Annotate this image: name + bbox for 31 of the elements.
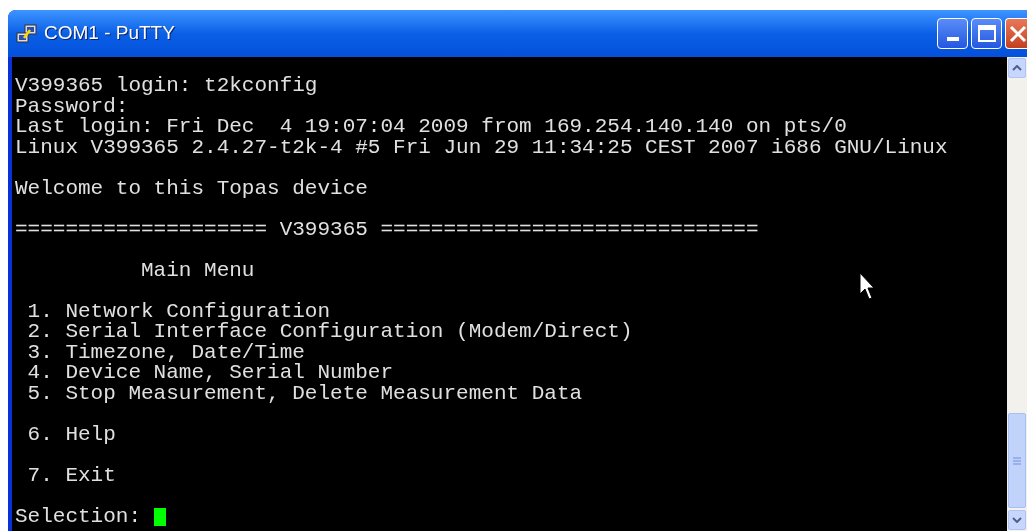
minimize-icon bbox=[946, 37, 959, 41]
close-button[interactable] bbox=[1005, 18, 1027, 49]
terminal-line: Main Menu bbox=[140, 258, 255, 282]
grip-icon bbox=[1013, 456, 1021, 465]
scroll-thumb[interactable] bbox=[1008, 413, 1026, 508]
caret-up-icon bbox=[1012, 65, 1022, 71]
terminal-line: 3. Timezone, Date/Time bbox=[26, 340, 305, 364]
terminal-line: 2. Serial Interface Configuration (Modem/Direct) bbox=[26, 320, 633, 343]
prompt-text: Selection: bbox=[15, 506, 143, 527]
terminal-line: 4. Device Name, Serial Number bbox=[26, 361, 394, 384]
scroll-down-button[interactable] bbox=[1008, 510, 1026, 530]
terminal-line: Linux V399365 2.4.27-t2k-4 #5 Fri Jun 29 11:34:25 CEST 2007 i686 GNU/Linux bbox=[15, 135, 948, 159]
scroll-up-button[interactable] bbox=[1008, 58, 1026, 78]
terminal-line: Last login: Fri Dec 4 19:07:04 2009 from 169.254.140.140 on pts/0 bbox=[15, 115, 847, 138]
window-title: COM1 - PuTTY bbox=[44, 21, 175, 46]
caret-down-icon bbox=[1012, 517, 1022, 523]
terminal-line: V399365 login: t2kconfig bbox=[15, 74, 318, 97]
scrollbar[interactable] bbox=[1007, 57, 1027, 531]
terminal-line: Password: bbox=[15, 94, 129, 118]
terminal-line: ==================== V399365 ============================== bbox=[15, 217, 759, 241]
minimize-button[interactable] bbox=[937, 18, 968, 49]
mouse-pointer-icon bbox=[859, 272, 875, 302]
computers-icon bbox=[16, 23, 38, 44]
close-icon bbox=[1009, 24, 1027, 43]
terminal-line: 6. Help bbox=[26, 422, 116, 446]
maximize-icon bbox=[977, 25, 996, 42]
terminal-line: 1. Network Configuration bbox=[26, 299, 331, 323]
terminal-line: 5. Stop Measurement, Delete Measurement Data bbox=[26, 381, 583, 405]
terminal-line: 7. Exit bbox=[26, 463, 116, 487]
terminal-line: Welcome to this Topas device bbox=[15, 176, 368, 200]
maximize-button[interactable] bbox=[971, 18, 1002, 49]
